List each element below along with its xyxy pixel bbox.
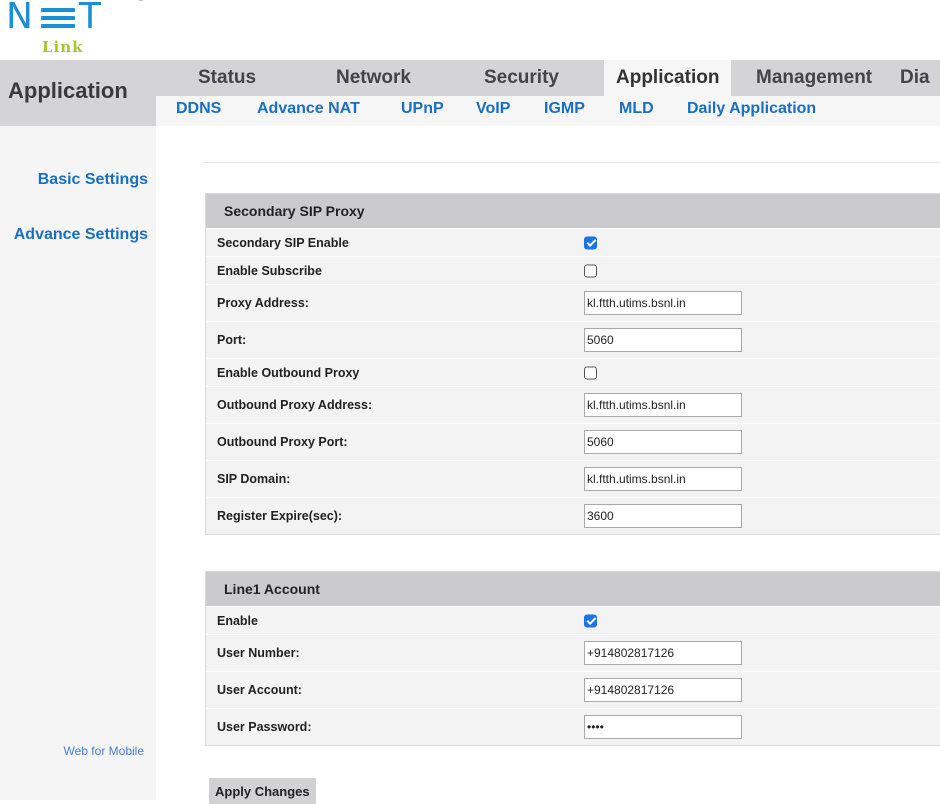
- tab-management[interactable]: Management: [756, 60, 872, 96]
- field-label: SIP Domain:: [217, 472, 291, 486]
- subtab-upnp[interactable]: UPnP: [401, 100, 444, 118]
- field-label: Outbound Proxy Address:: [217, 398, 373, 412]
- subtab-daily-application[interactable]: Daily Application: [687, 100, 816, 118]
- field-label: Enable Subscribe: [217, 263, 322, 278]
- top-navigation: Application Status Network Security Appl…: [0, 60, 940, 126]
- page-heading-area: Application: [0, 60, 156, 126]
- field-label: Enable Outbound Proxy: [217, 365, 360, 380]
- line1-enable-checkbox[interactable]: [584, 614, 597, 627]
- user-number-input[interactable]: [584, 641, 742, 665]
- form-row: Port:: [206, 321, 940, 358]
- main-tabs: Status Network Security Application Mana…: [156, 60, 940, 96]
- tab-security[interactable]: Security: [484, 60, 559, 96]
- netlink-logo: NT Link ®: [2, 0, 152, 58]
- outbound-proxy-address-input[interactable]: [584, 393, 742, 417]
- form-row: Secondary SIP Enable: [206, 228, 940, 256]
- form-row: Outbound Proxy Port:: [206, 423, 940, 460]
- enable-subscribe-checkbox[interactable]: [584, 264, 597, 277]
- subtab-mld[interactable]: MLD: [619, 100, 654, 118]
- subtab-voip[interactable]: VoIP: [476, 100, 510, 118]
- tab-application[interactable]: Application: [604, 60, 732, 96]
- form-row: User Password:: [206, 708, 940, 745]
- sidebar-item-advance-settings[interactable]: Advance Settings: [14, 226, 148, 244]
- field-label: Secondary SIP Enable: [217, 235, 349, 250]
- form-row: Outbound Proxy Address:: [206, 386, 940, 423]
- page-title: Application: [8, 78, 128, 103]
- user-account-input[interactable]: [584, 678, 742, 702]
- field-label: Register Expire(sec):: [217, 509, 343, 523]
- sidebar: Basic Settings Advance Settings Web for …: [0, 126, 156, 800]
- outbound-proxy-port-input[interactable]: [584, 430, 742, 454]
- form-row: Proxy Address:: [206, 284, 940, 321]
- proxy-address-input[interactable]: [584, 291, 742, 315]
- port-input[interactable]: [584, 328, 742, 352]
- field-label: User Account:: [217, 683, 302, 697]
- field-label: Enable: [217, 613, 258, 628]
- form-row: Enable Subscribe: [206, 256, 940, 284]
- field-label: User Number:: [217, 646, 300, 660]
- field-label: Port:: [217, 333, 247, 347]
- registered-mark: ®: [138, 0, 144, 3]
- subtab-igmp[interactable]: IGMP: [544, 100, 585, 118]
- field-label: Proxy Address:: [217, 296, 309, 310]
- subtab-ddns[interactable]: DDNS: [176, 100, 221, 118]
- register-expire-input[interactable]: [584, 504, 742, 528]
- user-password-input[interactable]: [584, 715, 742, 739]
- enable-outbound-proxy-checkbox[interactable]: [584, 366, 597, 379]
- tab-diagnostics[interactable]: Dia: [900, 60, 930, 96]
- secondary-sip-proxy-panel: Secondary SIP Proxy Secondary SIP Enable…: [205, 193, 940, 535]
- apply-changes-button[interactable]: Apply Changes: [209, 778, 316, 804]
- form-row: Enable Outbound Proxy: [206, 358, 940, 386]
- panel-title: Secondary SIP Proxy: [206, 194, 940, 228]
- form-row: Enable: [206, 606, 940, 634]
- divider: [204, 162, 940, 163]
- sub-navigation: DDNS Advance NAT UPnP VoIP IGMP MLD Dail…: [156, 96, 940, 126]
- form-row: User Account:: [206, 671, 940, 708]
- web-for-mobile-link[interactable]: Web for Mobile: [64, 744, 144, 758]
- form-row: SIP Domain:: [206, 460, 940, 497]
- form-row: User Number:: [206, 634, 940, 671]
- logo-subtitle: Link: [42, 38, 84, 56]
- subtab-advance-nat[interactable]: Advance NAT: [257, 100, 360, 118]
- field-label: User Password:: [217, 720, 312, 734]
- form-row: Register Expire(sec):: [206, 497, 940, 534]
- tab-status[interactable]: Status: [198, 60, 256, 96]
- tab-network[interactable]: Network: [336, 60, 411, 96]
- field-label: Outbound Proxy Port:: [217, 435, 348, 449]
- secondary-sip-enable-checkbox[interactable]: [584, 236, 597, 249]
- logo-bars-icon: [40, 5, 75, 31]
- logo-wordmark: NT: [6, 0, 105, 37]
- line1-account-panel: Line1 Account Enable User Number: User A…: [205, 571, 940, 746]
- sip-domain-input[interactable]: [584, 467, 742, 491]
- main-content: Secondary SIP Proxy Secondary SIP Enable…: [156, 126, 940, 804]
- panel-title: Line1 Account: [206, 572, 940, 606]
- sidebar-item-basic-settings[interactable]: Basic Settings: [38, 171, 148, 189]
